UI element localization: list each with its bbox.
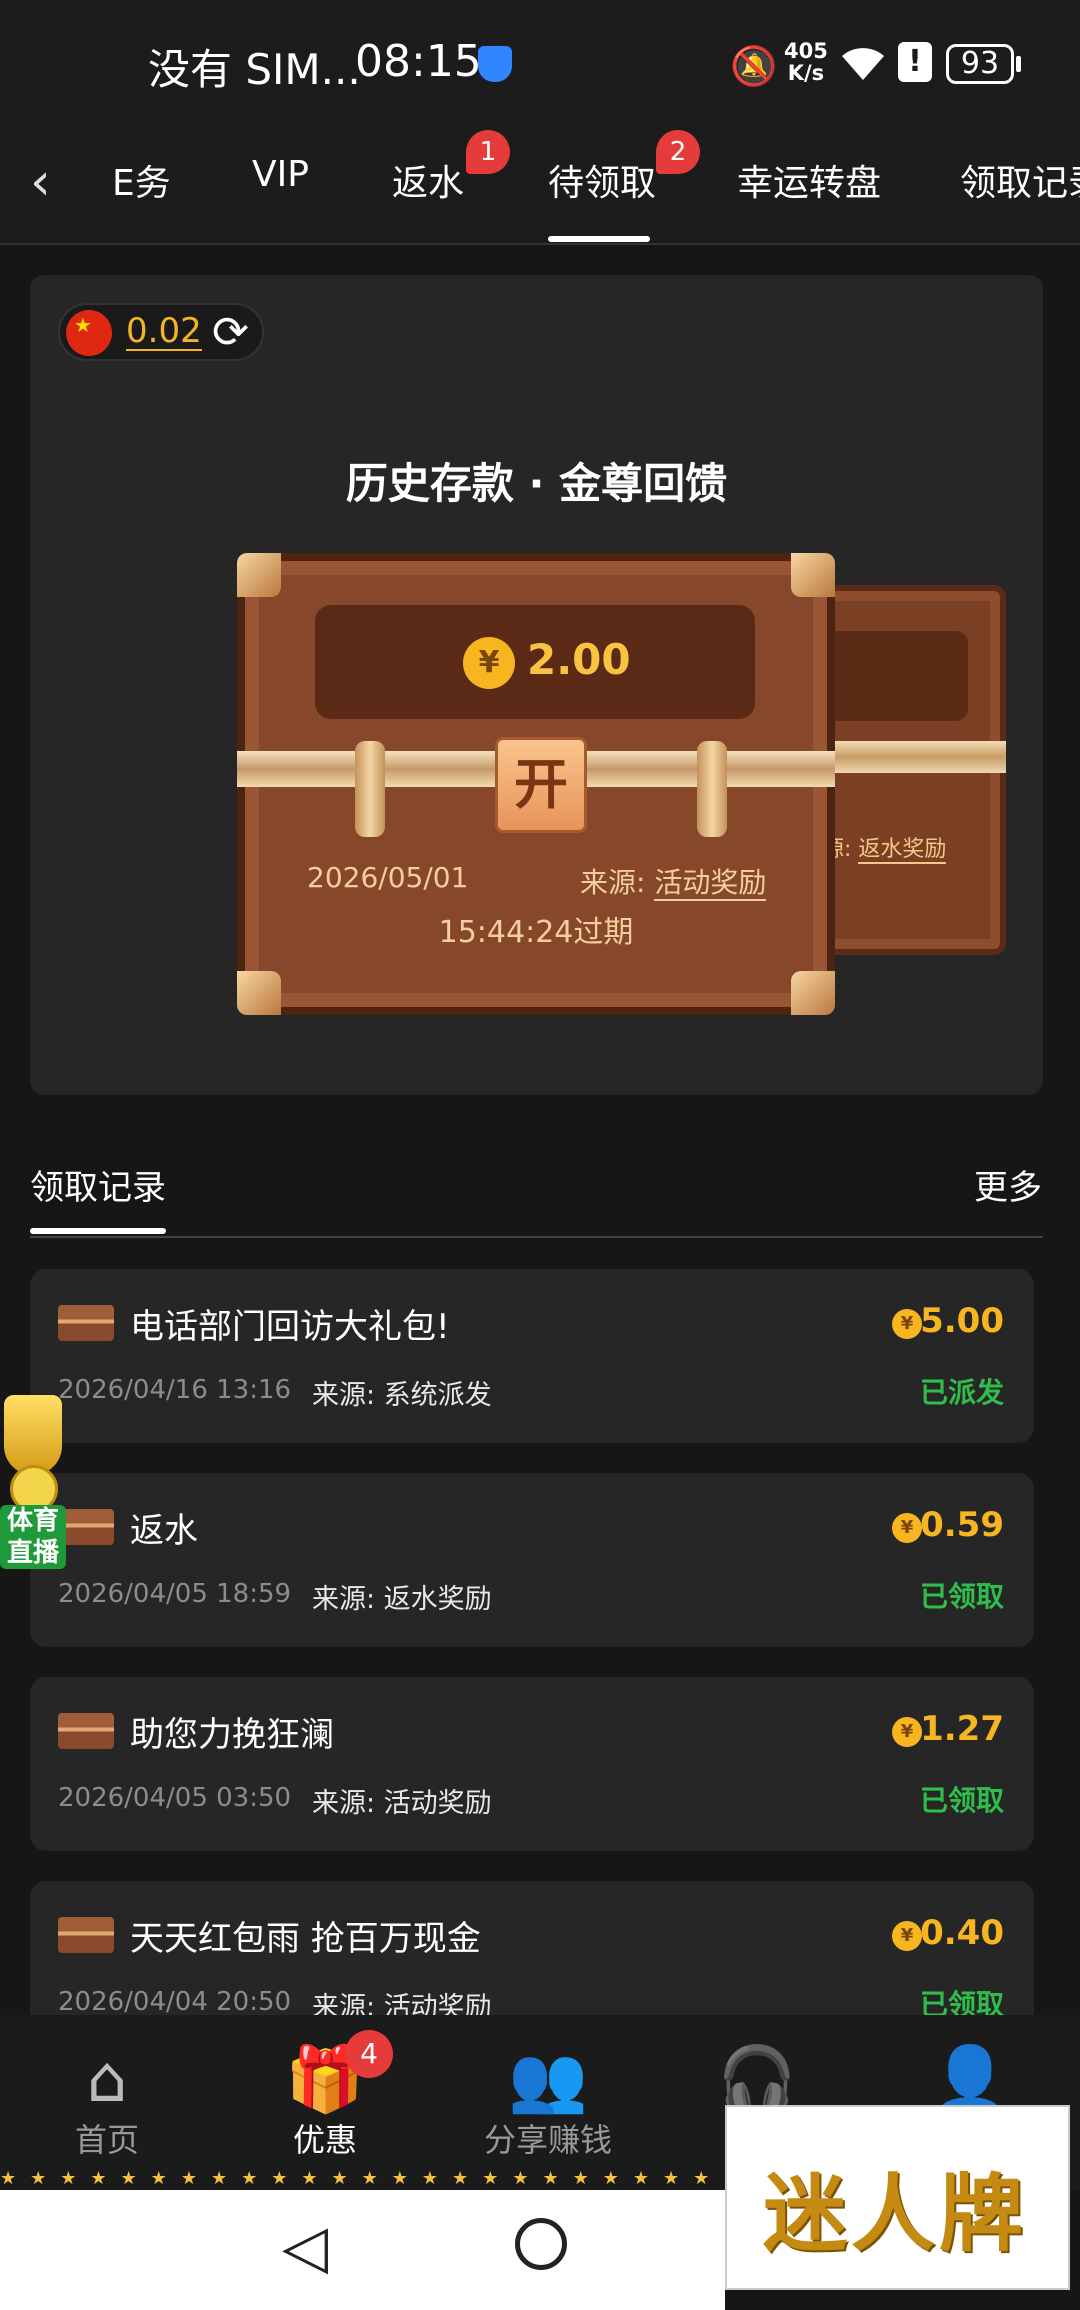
yuan-coin-icon: ¥ — [892, 1921, 922, 1951]
record-status: 已领取 — [919, 1784, 1004, 1817]
record-item[interactable]: 电话部门回访大礼包! ¥ 5.00 2026/04/16 13:16 来源: 系… — [30, 1269, 1034, 1443]
chest-icon — [58, 1713, 114, 1749]
records-divider — [30, 1236, 1043, 1238]
yuan-coin-icon: ¥ — [892, 1309, 922, 1339]
share-icon: 👥 — [508, 2043, 588, 2117]
chest-corner — [791, 553, 835, 597]
trophy-icon — [4, 1395, 62, 1475]
record-date: 2026/04/05 18:59 — [58, 1579, 292, 1609]
record-title: 助您力挽狂澜 — [130, 1715, 334, 1755]
chest-corner — [791, 971, 835, 1015]
yuan-coin-icon: ¥ — [463, 637, 515, 689]
battery-tip — [1016, 56, 1021, 72]
record-source: 来源: 返水奖励 — [312, 1584, 492, 1615]
back-chevron-icon[interactable]: ‹ — [30, 152, 51, 212]
tab-vip[interactable]: VIP — [252, 154, 309, 195]
wifi-icon — [838, 44, 888, 93]
open-lock-button[interactable]: 开 — [495, 737, 587, 833]
card-title: 历史存款 · 金尊回馈 — [345, 459, 728, 508]
china-flag-icon — [66, 310, 112, 356]
clock: 08:15 — [355, 36, 482, 87]
home-icon: ⌂ — [86, 2043, 128, 2117]
record-amount: 0.59 — [920, 1505, 1004, 1545]
record-item[interactable]: 助您力挽狂澜 ¥ 1.27 2026/04/05 03:50 来源: 活动奖励 … — [30, 1677, 1034, 1851]
record-status: 已派发 — [919, 1376, 1004, 1409]
more-link[interactable]: 更多 — [974, 1160, 1042, 1209]
tab-rebate-badge: 1 — [466, 130, 510, 174]
record-title: 返水 — [130, 1511, 198, 1551]
chest-expire-time: 15:44:24过期 — [438, 915, 634, 950]
record-date: 2026/04/04 20:50 — [58, 1987, 292, 2017]
nav-share[interactable]: 👥 分享赚钱 — [458, 2045, 638, 2161]
nav-home-label: 首页 — [74, 2121, 139, 2159]
sports-live-widget[interactable]: 体育直播 — [0, 1395, 70, 1575]
chest-icon — [58, 1305, 114, 1341]
record-title: 天天红包雨 抢百万现金 — [130, 1919, 481, 1959]
tab-claim-history[interactable]: 领取记录 — [960, 154, 1080, 206]
left-latch — [355, 741, 385, 837]
logo-text: 迷人牌 — [763, 2165, 1028, 2263]
tab-tasks[interactable]: E务 — [112, 154, 171, 206]
watermark-logo: 迷人牌 — [725, 2105, 1070, 2290]
balance-pill: 0.02 ⟳ — [58, 303, 264, 361]
alert-icon: ! — [898, 42, 932, 82]
nav-home[interactable]: ⌂ 首页 — [22, 2045, 192, 2161]
records-tab[interactable]: 领取记录 — [30, 1160, 166, 1209]
system-nav-bar: ◁ — [0, 2190, 725, 2310]
chest-source: 来源: 活动奖励 — [580, 861, 767, 901]
nav-promotions-label: 优惠 — [292, 2121, 357, 2159]
record-title: 电话部门回访大礼包! — [130, 1307, 450, 1347]
net-speed-value: 405 — [784, 39, 828, 63]
record-date: 2026/04/16 13:16 — [58, 1375, 292, 1405]
tab-bar: ‹ E务 VIP 返水 1 待领取 2 幸运转盘 领取记录 — [0, 130, 1080, 245]
record-source: 来源: 系统派发 — [312, 1380, 492, 1411]
yuan-coin-icon: ¥ — [892, 1717, 922, 1747]
shield-icon — [478, 46, 512, 82]
chest-icon — [58, 1917, 114, 1953]
active-tab-indicator — [548, 236, 650, 242]
system-home-icon[interactable] — [515, 2218, 567, 2270]
carrier-text: 没有 SIM... — [148, 45, 361, 94]
record-source: 来源: 活动奖励 — [312, 1788, 492, 1819]
tab-rebate[interactable]: 返水 — [392, 154, 464, 206]
net-speed-unit: K/s — [787, 61, 825, 85]
chest-corner — [237, 553, 281, 597]
chest-amount-window: ¥ 2.00 — [315, 605, 755, 719]
nav-share-label: 分享赚钱 — [483, 2121, 612, 2159]
chest-source-label: 来源: — [580, 866, 646, 899]
next-chest-source-value: 返水奖励 — [858, 837, 947, 864]
battery-icon: 93 — [946, 44, 1014, 84]
right-latch — [697, 741, 727, 837]
system-back-icon[interactable]: ◁ — [282, 2212, 328, 2282]
chest-corner — [237, 971, 281, 1015]
records-tab-indicator — [30, 1228, 166, 1234]
promotions-badge: 4 — [345, 2030, 393, 2078]
record-amount: 0.40 — [920, 1913, 1004, 1953]
tab-pending[interactable]: 待领取 — [548, 154, 656, 206]
refresh-icon[interactable]: ⟳ — [212, 307, 249, 358]
record-amount: 5.00 — [920, 1301, 1004, 1341]
record-item[interactable]: 返水 ¥ 0.59 2026/04/05 18:59 来源: 返水奖励 已领取 — [30, 1473, 1034, 1647]
chest-source-value: 活动奖励 — [654, 866, 767, 901]
chest-amount: 2.00 — [527, 635, 631, 684]
net-speed: 405 K/s — [784, 40, 828, 84]
chest-date: 2026/05/01 — [307, 861, 469, 894]
record-amount: 1.27 — [920, 1709, 1004, 1749]
tab-pending-badge: 2 — [656, 130, 700, 174]
record-date: 2026/04/05 03:50 — [58, 1783, 292, 1813]
sports-live-label: 体育直播 — [0, 1505, 66, 1569]
treasure-chest[interactable]: ¥ 2.00 开 2026/05/01 来源: 活动奖励 15:44:24过期 — [237, 553, 835, 1015]
next-chest-source: 源: 返水奖励 — [822, 831, 947, 864]
mute-icon: 🔕 — [730, 44, 778, 88]
tab-lucky-wheel[interactable]: 幸运转盘 — [737, 154, 881, 206]
record-status: 已领取 — [919, 1580, 1004, 1613]
status-bar: 没有 SIM... 08:15 🔕 405 K/s ! 93 — [0, 0, 1080, 130]
balance-value: 0.02 — [126, 311, 202, 351]
yuan-coin-icon: ¥ — [892, 1513, 922, 1543]
